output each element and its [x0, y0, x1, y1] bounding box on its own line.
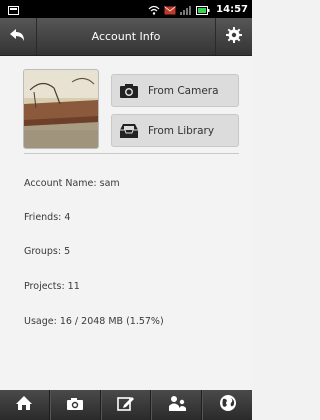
tab-globe[interactable]	[202, 390, 252, 420]
profile-photo	[24, 70, 98, 148]
signal-icon	[180, 0, 192, 19]
edit-icon	[117, 395, 135, 415]
from-camera-label: From Camera	[148, 84, 219, 97]
library-tray-icon	[112, 123, 146, 139]
page-title: Account Info	[91, 30, 161, 43]
status-time: 14:57	[216, 3, 248, 15]
projects-count-text: Projects: 11	[24, 281, 80, 292]
status-bar: 14:57	[0, 0, 252, 18]
wifi-icon	[148, 0, 160, 19]
people-icon	[167, 395, 187, 415]
tab-camera[interactable]	[49, 390, 101, 420]
battery-icon	[196, 0, 210, 19]
account-name-text: Account Name: sam	[24, 178, 120, 189]
friends-count-text: Friends: 4	[24, 212, 71, 223]
account-info-screen: 14:57 Account Info From Camera From Libr…	[0, 0, 252, 420]
gear-icon	[226, 26, 242, 47]
bottom-tab-bar	[0, 390, 252, 420]
usage-text: Usage: 16 / 2048 MB (1.57%)	[24, 316, 164, 327]
tab-home[interactable]	[0, 390, 50, 420]
home-icon	[15, 395, 33, 415]
settings-button[interactable]	[215, 18, 252, 55]
mail-icon	[164, 0, 176, 19]
notification-icon	[8, 0, 19, 19]
camera-icon	[66, 396, 84, 415]
back-button[interactable]	[0, 18, 37, 55]
from-camera-button[interactable]: From Camera	[111, 74, 239, 107]
groups-count-text: Groups: 5	[24, 246, 71, 257]
from-library-button[interactable]: From Library	[111, 114, 239, 147]
tab-people[interactable]	[151, 390, 203, 420]
header-bar: Account Info	[0, 18, 252, 56]
tab-edit[interactable]	[100, 390, 152, 420]
from-library-label: From Library	[148, 124, 215, 137]
section-divider	[24, 153, 239, 154]
back-arrow-icon	[9, 27, 27, 47]
camera-icon	[112, 83, 146, 99]
globe-icon	[219, 394, 237, 416]
